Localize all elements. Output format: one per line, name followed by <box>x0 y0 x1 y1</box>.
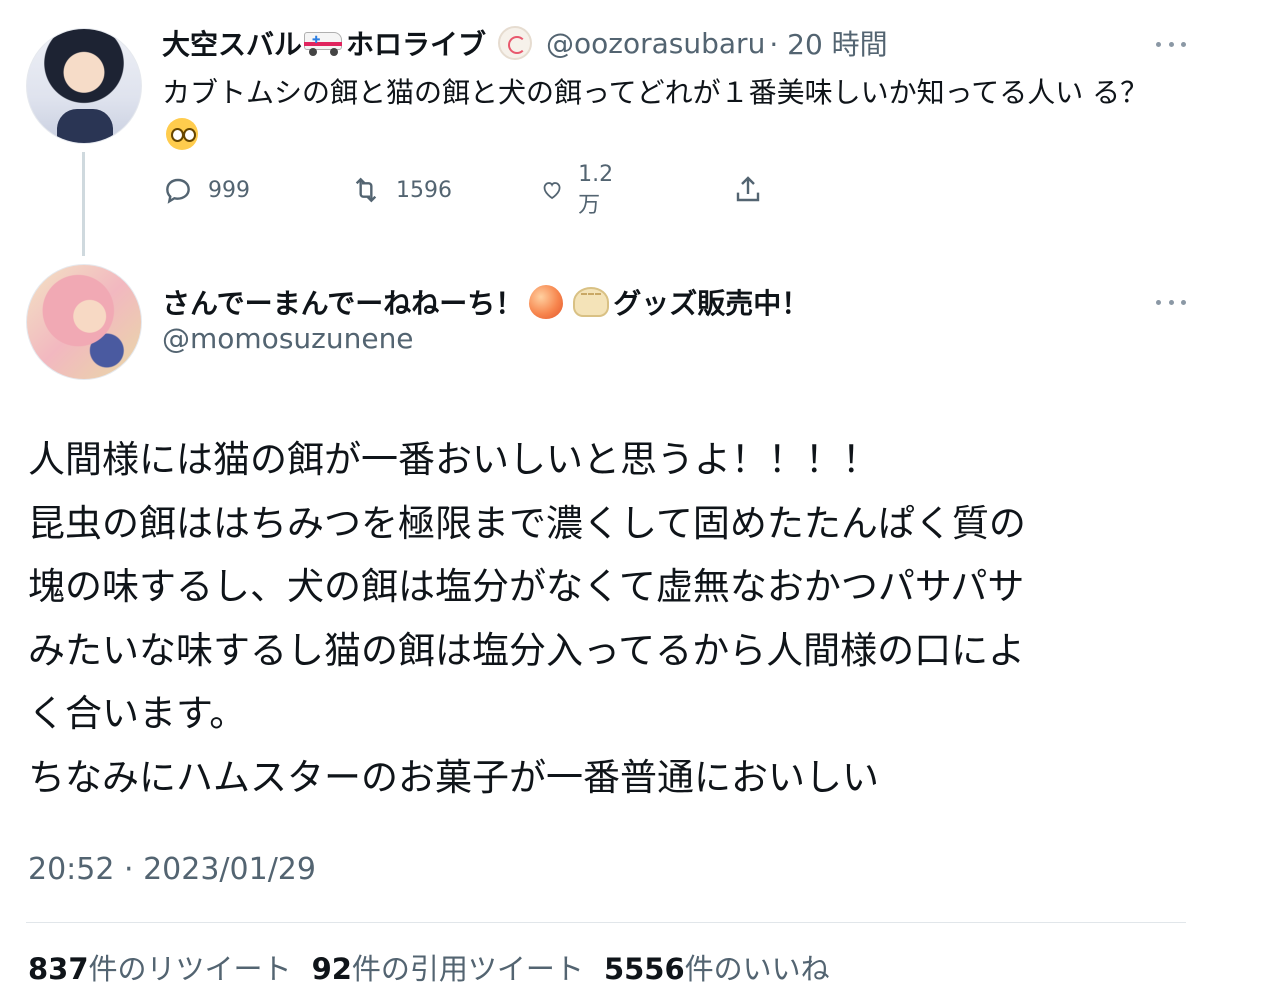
tweet2-display-name-part2: グッズ販売中！ <box>613 287 810 320</box>
share-button[interactable] <box>732 174 764 206</box>
share-icon <box>736 176 760 202</box>
likes-label: 件のいいね <box>684 952 830 986</box>
heart-icon <box>543 182 561 200</box>
likes-count: 5556 <box>603 952 685 986</box>
thread-line <box>82 152 85 256</box>
retweet-count: 1596 <box>396 177 452 203</box>
retweets-stat[interactable]: 837件のリツイート <box>28 946 292 988</box>
dumpling-icon <box>573 287 610 317</box>
more-options-icon[interactable] <box>1156 40 1186 48</box>
retweets-count: 837 <box>28 952 89 986</box>
reply-count: 999 <box>208 177 250 203</box>
tweet2-text-line: ちなみにハムスターのお菓子が一番普通においしい <box>28 755 879 799</box>
avatar-momosuzunene[interactable] <box>26 264 142 380</box>
tweet1-text-body: カブトムシの餌と猫の餌と犬の餌ってどれが１番美味しいか知ってる人い る？ <box>162 76 1149 109</box>
tweet1-time[interactable]: · 20 時間 <box>769 23 887 63</box>
tweet2-text-line: みたいな味するし猫の餌は塩分入ってるから人間様の口によ <box>28 628 1026 672</box>
ambulance-icon: ✚ <box>304 30 344 56</box>
likes-stat[interactable]: 5556件のいいね <box>604 946 830 988</box>
tweet1-text: カブトムシの餌と猫の餌と犬の餌ってどれが１番美味しいか知ってる人い る？ <box>162 72 1152 156</box>
tweet2-timestamp[interactable]: 20:52 · 2023/01/29 <box>28 852 316 887</box>
avatar-oozorasubaru[interactable] <box>26 28 142 144</box>
reply-icon <box>166 178 190 204</box>
retweet-button[interactable]: 1596 <box>350 174 452 206</box>
tweet2-text-line: 昆虫の餌ははちみつを極限まで濃くして固めたたんぱく質の <box>28 501 1026 545</box>
more-options-icon[interactable] <box>1156 298 1186 306</box>
like-button[interactable]: 1.2万 <box>540 162 621 219</box>
tweet1-display-name-suffix[interactable]: ホロライブ <box>346 23 486 63</box>
tweet1-header: 大空スバル ✚ ホロライブ @oozorasubaru · 20 時間 <box>162 24 888 62</box>
tweet1-display-name[interactable]: 大空スバル <box>162 23 302 63</box>
divider <box>26 922 1186 923</box>
tweet2-handle[interactable]: @momosuzunene <box>162 322 414 355</box>
tweet1-handle[interactable]: @oozorasubaru <box>546 27 765 60</box>
tweet2-text-line: 人間様には猫の餌が一番おいしいと思うよ！！！！ <box>28 438 879 481</box>
like-count: 1.2万 <box>578 161 614 218</box>
tweet2-text-line: 塊の味するし、犬の餌は塩分がなくて虚無なおかつパサパサ <box>28 565 1025 608</box>
tweet2-text: 人間様には猫の餌が一番おいしいと思うよ！！！！ 昆虫の餌ははちみつを極限まで濃く… <box>28 428 1228 809</box>
quotes-stat[interactable]: 92件の引用ツイート <box>312 946 584 988</box>
tweet2-stats: 837件のリツイート 92件の引用ツイート 5556件のいいね <box>28 946 850 988</box>
quotes-label: 件の引用ツイート <box>351 952 584 986</box>
tweet2-display-name[interactable]: さんでーまんでーねねーち！ グッズ販売中！ <box>162 282 809 322</box>
retweet-icon <box>355 177 377 203</box>
naruto-icon <box>498 26 533 60</box>
pleading-face-icon <box>166 118 198 150</box>
tweet2-display-name-part1: さんでーまんでーねねーち！ <box>162 287 524 320</box>
tweet2-text-line: く合います。 <box>28 692 247 735</box>
peach-icon <box>529 285 564 319</box>
quotes-count: 92 <box>311 952 352 986</box>
reply-button[interactable]: 999 <box>162 174 250 206</box>
retweets-label: 件のリツイート <box>88 952 292 986</box>
